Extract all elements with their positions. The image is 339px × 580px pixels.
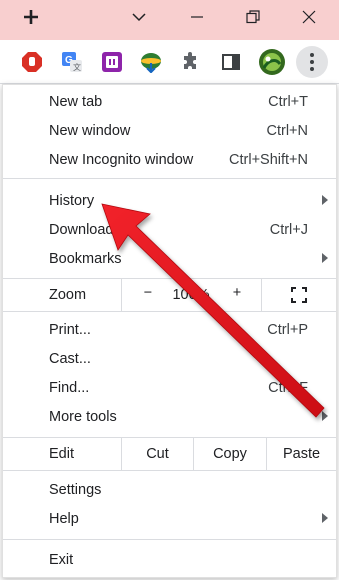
chrome-main-menu: New tab Ctrl+T New window Ctrl+N New Inc… [2,84,337,578]
fullscreen-icon [291,287,307,303]
browser-toolbar: G文 [0,40,339,84]
close-icon [302,10,316,24]
restore-button[interactable] [238,0,268,34]
menu-item-new-window[interactable]: New window Ctrl+N [3,116,336,145]
submenu-arrow-icon [322,253,328,263]
menu-item-label: More tools [49,408,117,425]
menu-item-label: Print... [49,321,91,338]
title-bar [0,0,339,40]
idm-extension-icon [141,53,161,73]
menu-item-exit[interactable]: Exit [3,545,336,574]
menu-divider [3,470,336,471]
menu-item-bookmarks[interactable]: Bookmarks [3,244,336,273]
screencast-extension-icon [102,52,122,72]
menu-divider [3,539,336,540]
side-panel-icon [222,54,240,70]
menu-item-label: Bookmarks [49,250,122,267]
menu-item-shortcut: Ctrl+Shift+N [229,151,308,168]
minimize-icon [191,16,203,18]
menu-item-label: New Incognito window [49,151,194,168]
plus-icon [24,10,38,24]
menu-item-label: Exit [49,551,74,568]
menu-item-settings[interactable]: Settings [3,475,336,504]
menu-item-find[interactable]: Find... Ctrl+F [3,373,336,402]
edit-row: Edit Cut Copy Paste [3,438,336,470]
cut-label: Cut [146,446,169,462]
menu-item-shortcut: Ctrl+P [267,321,308,338]
zoom-controls: − 100% + [121,279,261,311]
paste-button[interactable]: Paste [266,438,336,470]
copy-label: Copy [213,446,247,462]
menu-item-shortcut: Ctrl+T [268,93,308,110]
copy-button[interactable]: Copy [193,438,266,470]
menu-item-print[interactable]: Print... Ctrl+P [3,315,336,344]
restore-icon [246,10,260,24]
menu-item-shortcut: Ctrl+F [268,379,308,396]
menu-divider [3,178,336,179]
submenu-arrow-icon [322,513,328,523]
idm-extension-button[interactable] [139,50,163,74]
menu-item-shortcut: Ctrl+J [269,221,308,238]
zoom-out-button[interactable]: − [141,285,155,301]
menu-item-new-tab[interactable]: New tab Ctrl+T [3,87,336,116]
menu-item-shortcut: Ctrl+N [266,122,309,139]
menu-item-label: Cast... [49,350,91,367]
menu-item-label: New tab [49,93,103,110]
minimize-button[interactable] [182,0,212,34]
adblock-extension-icon [22,52,42,72]
customize-menu-button[interactable] [296,46,328,78]
menu-item-downloads[interactable]: Downloads Ctrl+J [3,215,336,244]
translate-extension-icon: G文 [62,52,82,72]
extensions-button[interactable] [179,50,203,74]
menu-item-label: Settings [49,481,102,498]
menu-item-label: Find... [49,379,90,396]
close-window-button[interactable] [294,0,324,34]
menu-item-history[interactable]: History [3,186,336,215]
zoom-label: Zoom [49,287,87,303]
menu-item-cast[interactable]: Cast... [3,344,336,373]
avatar-icon [259,49,285,75]
menu-item-label: New window [49,122,131,139]
menu-item-new-incognito-window[interactable]: New Incognito window Ctrl+Shift+N [3,145,336,174]
new-tab-button[interactable] [14,0,48,34]
screencast-extension-button[interactable] [100,50,124,74]
edit-label: Edit [49,446,74,462]
svg-text:文: 文 [73,62,81,72]
profile-avatar[interactable] [258,48,286,76]
submenu-arrow-icon [322,195,328,205]
menu-item-label: History [49,192,95,209]
tab-search-button[interactable] [124,0,154,34]
paste-label: Paste [282,446,321,462]
adblock-extension-button[interactable] [20,50,44,74]
cut-button[interactable]: Cut [121,438,193,470]
zoom-in-button[interactable]: + [230,285,244,301]
zoom-row: Zoom − 100% + [3,279,336,311]
translate-extension-button[interactable]: G文 [60,50,84,74]
chevron-down-icon [132,13,146,22]
fullscreen-button[interactable] [261,279,336,311]
menu-item-help[interactable]: Help [3,504,336,533]
menu-item-more-tools[interactable]: More tools [3,402,336,431]
submenu-arrow-icon [322,411,328,421]
side-panel-button[interactable] [219,50,243,74]
menu-divider [3,311,336,312]
menu-item-label: Downloads [49,221,121,238]
puzzle-extensions-icon [184,52,196,69]
menu-item-label: Help [49,510,79,527]
zoom-level: 100% [172,287,210,303]
more-vertical-icon [310,53,314,57]
